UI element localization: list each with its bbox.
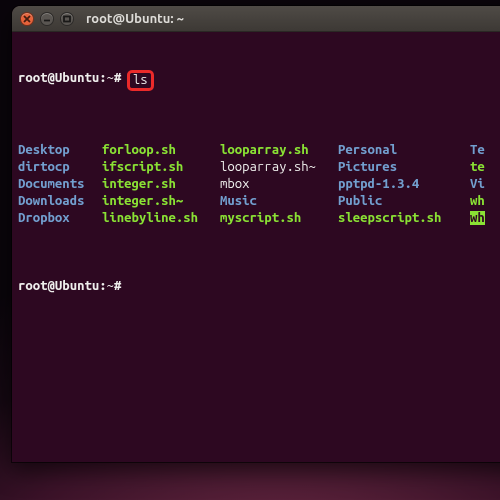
list-item: pptpd-1.3.4 [338,176,470,193]
prompt-sep: : [99,70,106,91]
prompt-path: ~ [107,278,114,295]
minimize-icon[interactable] [40,12,54,26]
ls-column: forloop.sh ifscript.sh integer.sh intege… [102,142,220,227]
list-item: Personal [338,142,470,159]
command-text: ls [133,73,148,87]
annotation-highlight: ls [127,70,154,91]
ls-column: Personal Pictures pptpd-1.3.4 Public sle… [338,142,470,227]
prompt-line-1: root@Ubuntu:~# ls [18,70,500,91]
list-item: linebyline.sh [102,210,220,227]
maximize-icon[interactable] [60,12,74,26]
prompt-sigil: # [114,278,121,295]
ls-column: looparray.sh looparray.sh~ mbox Music my… [220,142,338,227]
terminal-body[interactable]: root@Ubuntu:~# ls Desktop dirtocp Docume… [12,32,500,462]
prompt-path: ~ [107,70,114,91]
list-item: integer.sh [102,176,220,193]
ls-column: Desktop dirtocp Documents Downloads Drop… [18,142,102,227]
terminal-window: root@Ubuntu: ~ root@Ubuntu:~# ls Desktop… [12,6,500,462]
list-item: Dropbox [18,210,102,227]
list-item: myscript.sh [220,210,338,227]
list-item: sleepscript.sh [338,210,470,227]
close-icon[interactable] [20,12,34,26]
list-item: Music [220,193,338,210]
list-item: Vi [470,176,485,193]
list-item: Desktop [18,142,102,159]
list-item: Pictures [338,159,470,176]
ls-output: Desktop dirtocp Documents Downloads Drop… [18,142,500,227]
prompt-line-2: root@Ubuntu:~# [18,278,500,295]
window-controls [20,12,74,26]
desktop-background: root@Ubuntu: ~ root@Ubuntu:~# ls Desktop… [0,0,500,500]
list-item: wh [470,193,485,210]
list-item: Documents [18,176,102,193]
list-item: te [470,159,485,176]
list-item: looparray.sh~ [220,159,338,176]
list-item: dirtocp [18,159,102,176]
prompt-user: root@Ubuntu [18,70,99,91]
list-item: Public [338,193,470,210]
ls-column: Te te Vi wh wh [470,142,485,227]
list-item: ifscript.sh [102,159,220,176]
list-item: Te [470,142,485,159]
list-item: looparray.sh [220,142,338,159]
prompt-user: root@Ubuntu [18,278,99,295]
list-item: forloop.sh [102,142,220,159]
titlebar[interactable]: root@Ubuntu: ~ [12,6,500,32]
window-title: root@Ubuntu: ~ [86,12,184,26]
prompt-sep: : [99,278,106,295]
list-item: Downloads [18,193,102,210]
prompt-sigil: # [114,70,121,91]
list-item: integer.sh~ [102,193,220,210]
list-item: wh [470,211,485,225]
list-item: mbox [220,176,338,193]
